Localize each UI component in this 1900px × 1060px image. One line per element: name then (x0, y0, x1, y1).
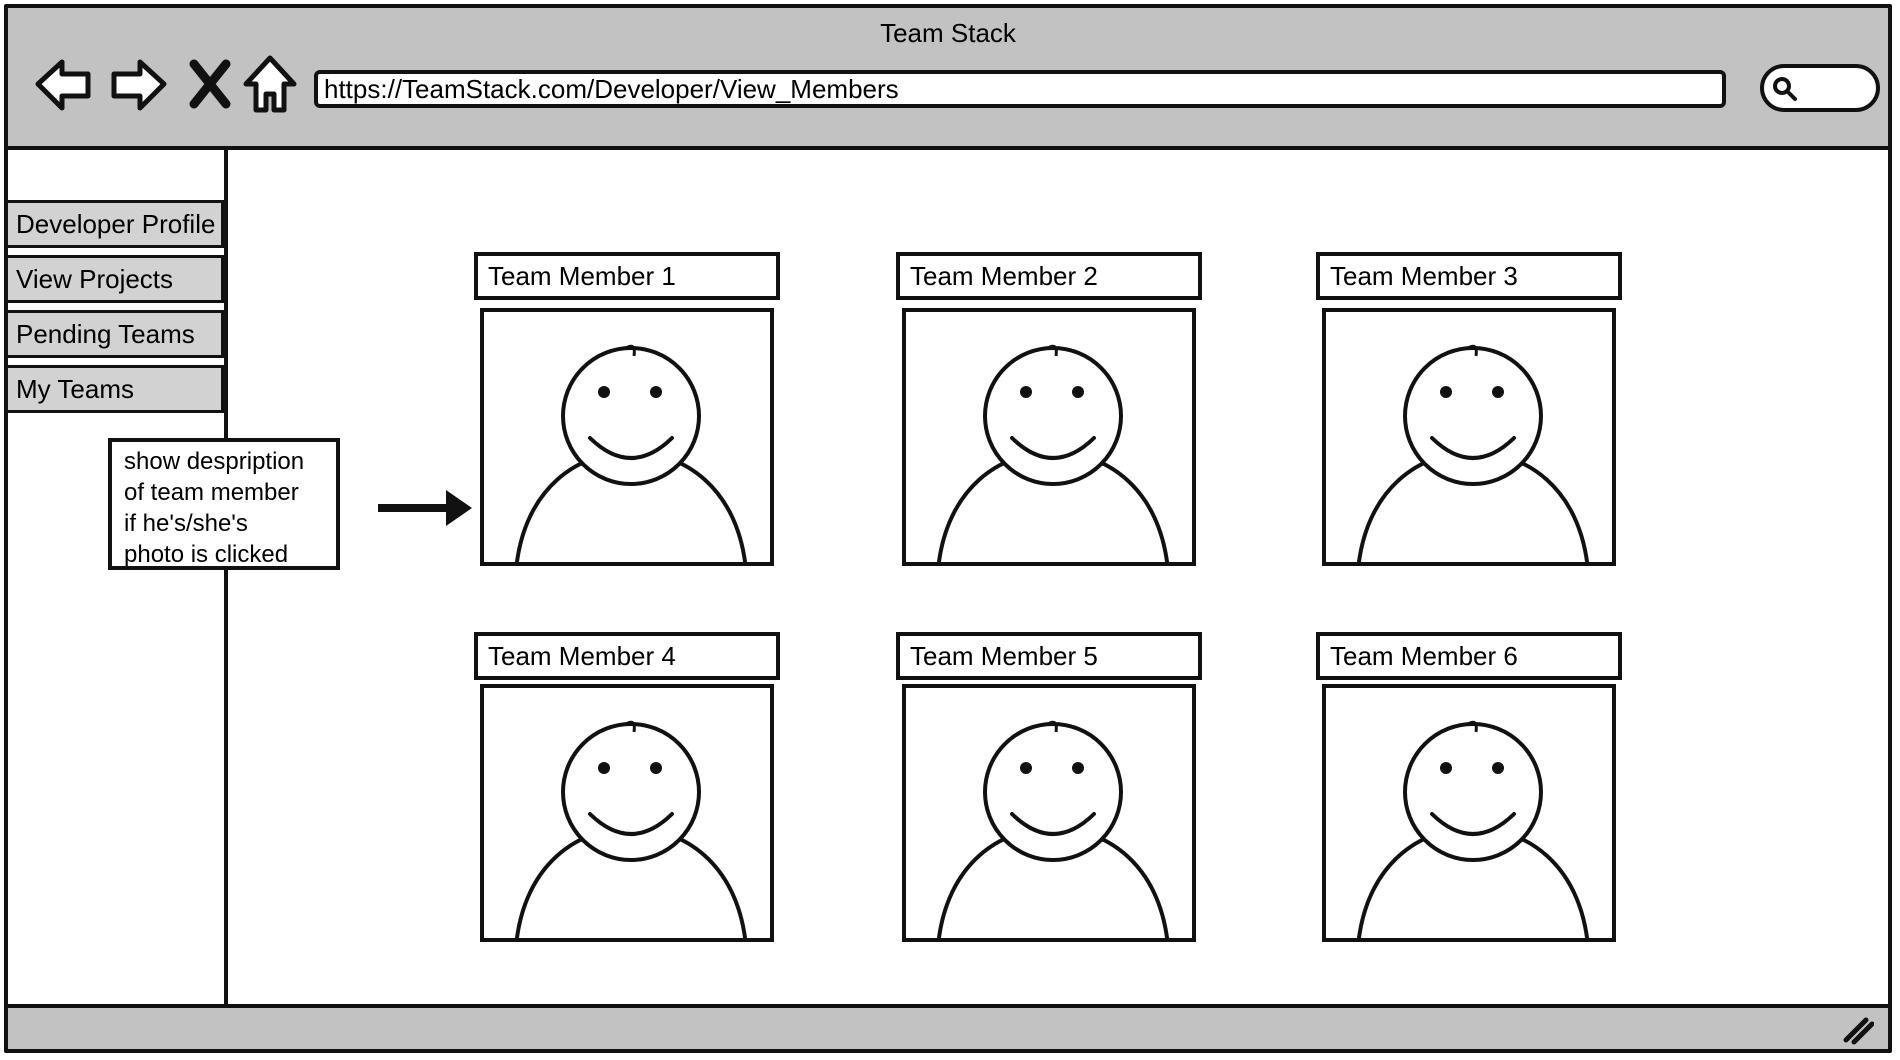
right-arrow-icon (378, 490, 472, 526)
note-line: of team member (124, 479, 299, 506)
person-avatar-icon (937, 344, 1169, 562)
forward-arrow-icon[interactable] (106, 52, 170, 116)
search-icon (1773, 77, 1797, 101)
address-bar[interactable]: https://TeamStack.com/Developer/View_Mem… (314, 70, 1726, 108)
sidebar-item-my-teams[interactable]: My Teams (8, 365, 224, 413)
member-name: Team Member 1 (474, 252, 780, 300)
browser-toolbar: Team Stack https://TeamStack.com/Develop… (8, 8, 1888, 150)
member-name: Team Member 6 (1316, 632, 1622, 680)
member-name: Team Member 3 (1316, 252, 1622, 300)
member-photo[interactable] (480, 684, 774, 942)
close-icon[interactable] (178, 52, 242, 116)
annotation-note: show despription of team member if he's/… (108, 438, 340, 570)
back-arrow-icon[interactable] (32, 52, 96, 116)
member-name: Team Member 2 (896, 252, 1202, 300)
sidebar-item-view-projects[interactable]: View Projects (8, 255, 224, 303)
member-photo[interactable] (1322, 308, 1616, 566)
note-line: if he's/she's (124, 510, 248, 537)
member-photo[interactable] (480, 308, 774, 566)
note-line: show despription (124, 448, 305, 475)
person-avatar-icon (515, 344, 747, 562)
member-name: Team Member 5 (896, 632, 1202, 680)
status-bar (8, 1004, 1888, 1049)
person-avatar-icon (1357, 720, 1589, 938)
person-avatar-icon (1357, 344, 1589, 562)
window-title: Team Stack (880, 18, 1016, 48)
note-line: photo is clicked (124, 541, 289, 568)
member-photo[interactable] (902, 308, 1196, 566)
search-box[interactable] (1760, 64, 1880, 112)
person-avatar-icon (937, 720, 1169, 938)
browser-window: Team Stack https://TeamStack.com/Develop… (4, 4, 1892, 1053)
member-photo[interactable] (1322, 684, 1616, 942)
resize-grip-icon[interactable] (1840, 1012, 1874, 1046)
sidebar-item-pending-teams[interactable]: Pending Teams (8, 310, 224, 358)
member-photo[interactable] (902, 684, 1196, 942)
member-name: Team Member 4 (474, 632, 780, 680)
sidebar: Developer Profile View Projects Pending … (8, 150, 228, 1012)
home-icon[interactable] (238, 52, 302, 116)
person-avatar-icon (515, 720, 747, 938)
sidebar-item-developer-profile[interactable]: Developer Profile (8, 200, 224, 248)
